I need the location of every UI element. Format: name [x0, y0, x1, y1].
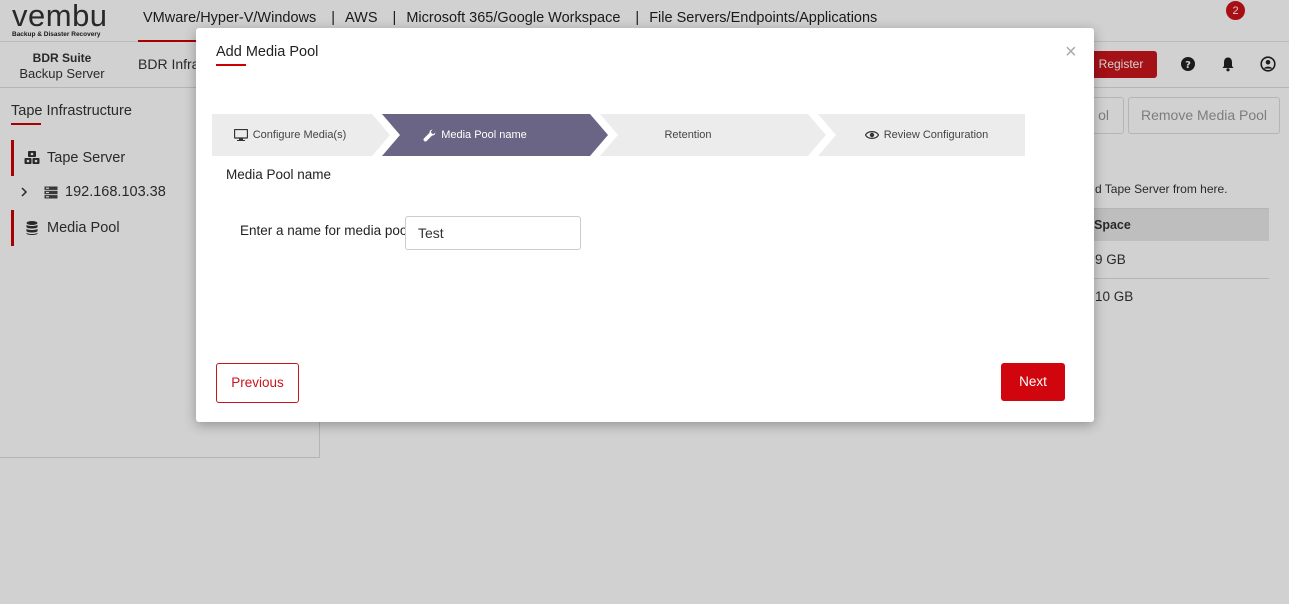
dialog-title: Add Media Pool: [216, 44, 319, 60]
step-label: Retention: [664, 129, 712, 141]
add-media-pool-dialog: Add Media Pool × Configure Media(s) Medi…: [196, 28, 1094, 422]
next-button[interactable]: Next: [1001, 363, 1065, 401]
media-pool-name-label: Enter a name for media pool:: [240, 223, 415, 238]
step-label: Review Configuration: [883, 129, 989, 141]
dialog-title-underline: [216, 64, 246, 66]
previous-button[interactable]: Previous: [216, 363, 299, 403]
close-icon[interactable]: ×: [1065, 42, 1077, 62]
eye-icon: [864, 131, 879, 139]
step-review-configuration[interactable]: Review Configuration: [818, 114, 1025, 156]
step-label: Media Pool name: [441, 129, 527, 141]
step-configure-media[interactable]: Configure Media(s): [212, 114, 390, 156]
media-pool-name-input[interactable]: [405, 216, 581, 250]
step-label: Configure Media(s): [252, 129, 347, 141]
step-shape: [600, 114, 826, 156]
wizard-steps: Configure Media(s) Media Pool name Reten…: [212, 114, 1025, 156]
step-media-pool-name[interactable]: Media Pool name: [382, 114, 608, 156]
section-title: Media Pool name: [226, 167, 332, 182]
monitor-icon: [233, 129, 248, 141]
step-retention[interactable]: Retention: [600, 114, 826, 156]
wrench-icon: [423, 129, 436, 142]
